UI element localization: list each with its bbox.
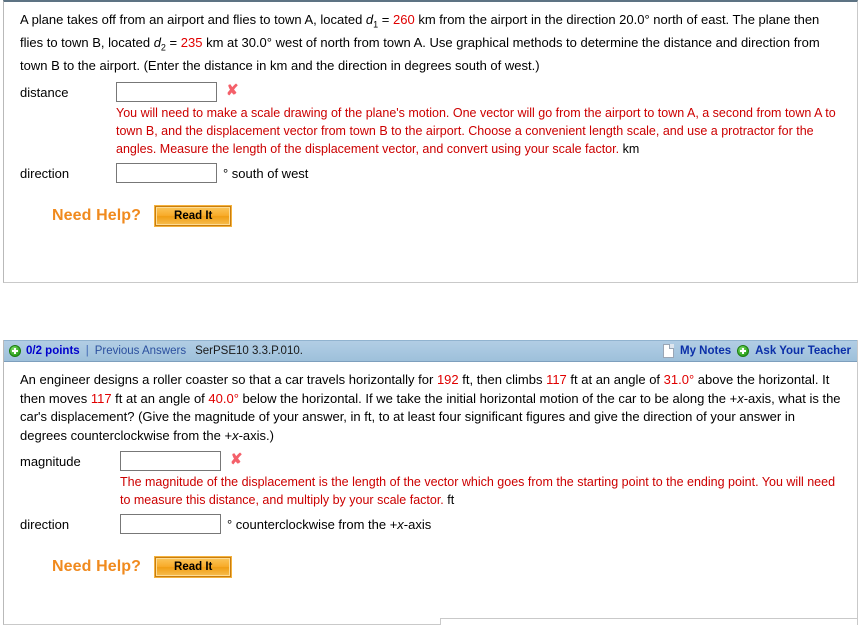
value-horizontal-run: 192	[436, 372, 459, 387]
value-descent-length: 117	[90, 390, 112, 406]
unit-run: -axis	[403, 517, 432, 532]
feedback-unit: km	[622, 141, 640, 156]
unit-run: ° counterclockwise from the +	[227, 517, 398, 532]
need-help-section-2: Need Help? Read It	[20, 556, 843, 578]
value-climb-angle: 31.0°	[663, 372, 695, 387]
next-question-panel-edge	[440, 618, 858, 625]
feedback-magnitude: The magnitude of the displacement is the…	[20, 473, 843, 509]
incorrect-icon: ✘	[230, 451, 243, 468]
answer-row-magnitude: magnitude ✘	[20, 451, 843, 471]
question-2-body: An engineer designs a roller coaster so …	[4, 362, 857, 578]
direction-input[interactable]	[116, 162, 217, 183]
answer-row-direction: direction ° south of west	[20, 162, 843, 183]
points-label: 0/2 points	[26, 345, 80, 357]
plus-circle-icon[interactable]	[9, 345, 21, 357]
prompt-text-run: -axis.)	[238, 427, 274, 443]
answer-label-direction: direction	[20, 165, 70, 181]
value-climb-length: 117	[546, 372, 567, 387]
value-d2: 235	[180, 35, 203, 51]
answer-label-magnitude: magnitude	[20, 454, 81, 469]
prompt-text-run: =	[378, 12, 393, 27]
my-notes-link[interactable]: My Notes	[680, 345, 731, 357]
answer-label-direction: direction	[20, 517, 70, 532]
question-block-2: 0/2 points | Previous Answers SerPSE10 3…	[3, 340, 858, 625]
value-descent-angle: 40.0°	[208, 390, 239, 406]
prompt-text-run: ft, then climbs	[458, 372, 547, 387]
prompt-text-run: below the horizontal. If we take the ini…	[238, 390, 738, 406]
prompt-text-run: ft at an angle of	[111, 390, 209, 406]
status-bar-right-group: My Notes Ask Your Teacher	[663, 344, 851, 358]
feedback-text: You will need to make a scale drawing of…	[116, 105, 836, 156]
answer-row-distance: distance ✘	[20, 81, 843, 102]
prompt-text-run: ft at an angle of	[566, 372, 664, 387]
value-d1: 260	[393, 12, 415, 27]
question-1-prompt: A plane takes off from an airport and fl…	[20, 11, 843, 76]
need-help-label: Need Help?	[52, 206, 142, 224]
feedback-distance: You will need to make a scale drawing of…	[20, 104, 843, 158]
distance-input[interactable]	[116, 81, 217, 102]
ask-your-teacher-link[interactable]: Ask Your Teacher	[755, 345, 851, 357]
question-code-label: SerPSE10 3.3.P.010.	[195, 345, 303, 357]
question-2-status-bar: 0/2 points | Previous Answers SerPSE10 3…	[4, 340, 857, 362]
symbol-d: d	[153, 35, 161, 51]
status-divider: |	[85, 345, 89, 357]
prompt-text-run: A plane takes off from an airport and fl…	[20, 12, 366, 27]
magnitude-input[interactable]	[120, 451, 221, 471]
need-help-section-1: Need Help? Read It	[20, 204, 843, 227]
feedback-text: The magnitude of the displacement is the…	[120, 475, 836, 507]
previous-answers-link[interactable]: Previous Answers	[95, 345, 186, 357]
direction-unit-label: ° south of west	[223, 165, 309, 181]
page-icon[interactable]	[663, 344, 674, 358]
question-1-body: A plane takes off from an airport and fl…	[4, 2, 857, 227]
question-2-prompt: An engineer designs a roller coaster so …	[20, 371, 843, 445]
read-it-button[interactable]: Read It	[154, 556, 233, 578]
direction-input[interactable]	[120, 514, 221, 534]
prompt-text-run: An engineer designs a roller coaster so …	[20, 372, 437, 387]
prompt-text-run: =	[165, 35, 181, 51]
question-block-1: A plane takes off from an airport and fl…	[3, 0, 858, 283]
need-help-label: Need Help?	[52, 558, 142, 575]
read-it-button[interactable]: Read It	[154, 204, 233, 227]
answer-row-direction: direction ° counterclockwise from the +x…	[20, 514, 843, 534]
direction-unit-label: ° counterclockwise from the +x-axis	[221, 514, 431, 532]
plus-circle-icon[interactable]	[737, 345, 750, 357]
answer-label-distance: distance	[20, 84, 69, 100]
feedback-unit: ft	[447, 493, 455, 507]
incorrect-icon: ✘	[226, 81, 239, 99]
status-bar-left-group: 0/2 points | Previous Answers SerPSE10 3…	[9, 345, 303, 357]
